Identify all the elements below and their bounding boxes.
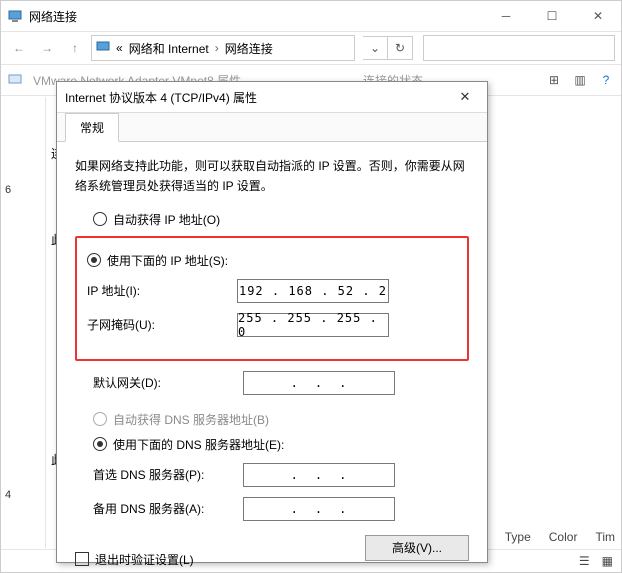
tab-general[interactable]: 常规 [65,113,119,142]
breadcrumb-dropdown[interactable]: ⌄ [363,36,388,60]
ip-address-input[interactable]: 192 . 168 . 52 . 2 [237,279,389,303]
left-panel [1,97,46,548]
gateway-input[interactable]: ... [243,371,395,395]
radio-auto-dns-label: 自动获得 DNS 服务器地址(B) [113,411,269,428]
dialog-titlebar: Internet 协议版本 4 (TCP/IPv4) 属性 ✕ [57,82,487,113]
checkbox-icon [75,552,89,566]
forward-button[interactable]: → [35,36,59,60]
breadcrumb-buttons: ⌄ ↻ [363,36,413,60]
radio-icon [93,437,107,451]
radio-manual-dns[interactable]: 使用下面的 DNS 服务器地址(E): [75,436,469,453]
radio-manual-dns-label: 使用下面的 DNS 服务器地址(E): [113,436,284,453]
close-button[interactable]: ✕ [575,1,621,31]
advanced-button[interactable]: 高级(V)... [365,535,469,561]
subnet-mask-label: 子网掩码(U): [87,316,237,333]
view-list-icon[interactable]: ☰ [579,554,590,568]
minimize-button[interactable]: ─ [483,1,529,31]
help-icon[interactable]: ? [597,71,615,89]
explorer-titlebar: 网络连接 ─ ☐ ✕ [1,1,621,32]
explorer-window: 网络连接 ─ ☐ ✕ ← → ↑ « 网络和 Internet › 网络连接 ⌄… [0,0,622,573]
ip-address-label: IP 地址(I): [87,282,237,299]
breadcrumb[interactable]: « 网络和 Internet › 网络连接 [91,35,355,61]
radio-manual-ip[interactable]: 使用下面的 IP 地址(S): [87,252,457,269]
view-icon-2[interactable]: ▥ [571,71,589,89]
view-icon-1[interactable]: ⊞ [545,71,563,89]
left-marker-6: 6 [5,184,11,196]
dialog-body: 如果网络支持此功能，则可以获取自动指派的 IP 设置。否则，你需要从网络系统管理… [57,142,487,573]
up-button[interactable]: ↑ [63,36,87,60]
refresh-button[interactable]: ↻ [388,36,413,60]
breadcrumb-root: « [116,41,123,55]
subnet-mask-input[interactable]: 255 . 255 . 255 . 0 [237,313,389,337]
back-button[interactable]: ← [7,36,31,60]
validate-on-exit-label: 退出时验证设置(L) [95,551,194,568]
radio-auto-ip-label: 自动获得 IP 地址(O) [113,211,220,228]
window-title: 网络连接 [29,8,483,25]
validate-on-exit-checkbox[interactable]: 退出时验证设置(L) [75,551,194,568]
radio-manual-ip-label: 使用下面的 IP 地址(S): [107,252,228,269]
view-grid-icon[interactable]: ▦ [602,554,613,568]
maximize-button[interactable]: ☐ [529,1,575,31]
explorer-navbar: ← → ↑ « 网络和 Internet › 网络连接 ⌄ ↻ [1,32,621,65]
col-color[interactable]: Color [549,530,578,544]
dialog-tabs: 常规 [57,113,487,142]
network-icon [7,8,23,24]
chevron-right-icon: › [215,41,219,55]
column-headers: Type Color Tim [505,530,615,544]
left-marker-4: 4 [5,489,11,501]
gateway-label: 默认网关(D): [93,374,243,391]
col-tim[interactable]: Tim [595,530,615,544]
col-type[interactable]: Type [505,530,531,544]
network-small-icon [96,40,110,57]
radio-auto-ip[interactable]: 自动获得 IP 地址(O) [75,211,469,228]
dialog-title: Internet 协议版本 4 (TCP/IPv4) 属性 [65,89,451,106]
radio-icon [93,212,107,226]
radio-icon [93,412,107,426]
radio-auto-dns: 自动获得 DNS 服务器地址(B) [75,411,469,428]
alternate-dns-input[interactable]: ... [243,497,395,521]
manual-ip-group: 使用下面的 IP 地址(S): IP 地址(I): 192 . 168 . 52… [75,236,469,361]
ipv4-properties-dialog: Internet 协议版本 4 (TCP/IPv4) 属性 ✕ 常规 如果网络支… [56,81,488,563]
search-input[interactable] [423,35,615,61]
alternate-dns-label: 备用 DNS 服务器(A): [93,500,243,517]
radio-icon [87,253,101,267]
adapter-icon [7,71,23,90]
breadcrumb-seg2[interactable]: 网络连接 [225,40,273,57]
preferred-dns-label: 首选 DNS 服务器(P): [93,466,243,483]
breadcrumb-seg1[interactable]: 网络和 Internet [129,40,209,57]
system-buttons: ─ ☐ ✕ [483,1,621,31]
dialog-description: 如果网络支持此功能，则可以获取自动指派的 IP 设置。否则，你需要从网络系统管理… [75,156,469,197]
preferred-dns-input[interactable]: ... [243,463,395,487]
dialog-close-button[interactable]: ✕ [451,83,479,111]
